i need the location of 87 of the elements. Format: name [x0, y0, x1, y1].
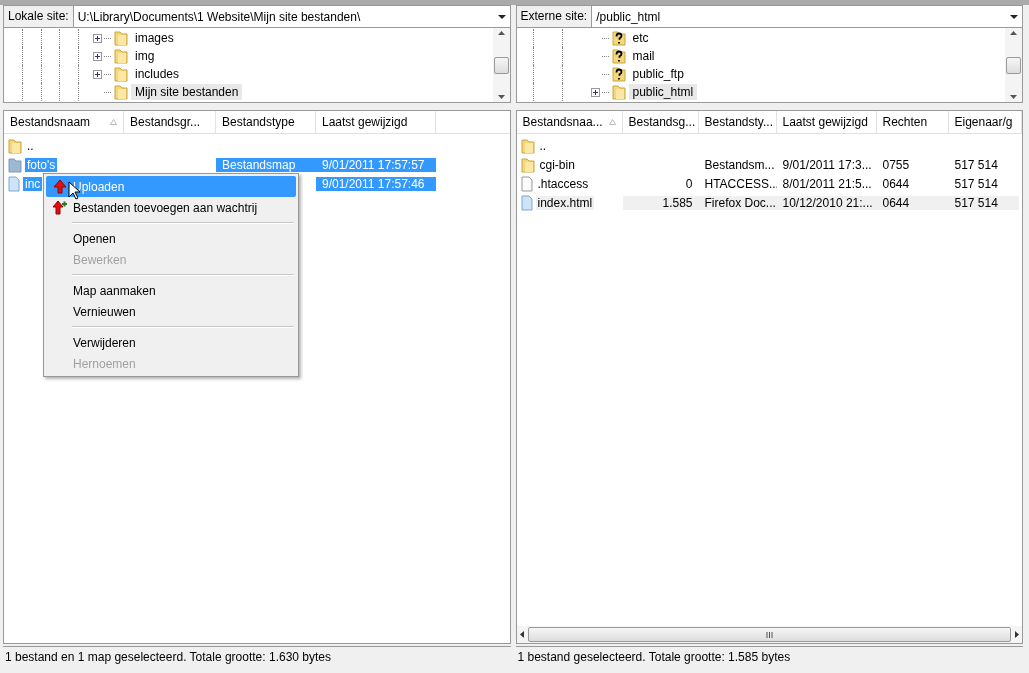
table-cell: 0644 [876, 195, 949, 210]
folder-icon [520, 156, 535, 173]
folder-icon [520, 137, 535, 154]
table-cell: Bestandsmap [216, 157, 316, 172]
table-cell-text: 0755 [881, 157, 911, 172]
menu-item[interactable]: Vernieuwen [46, 301, 296, 322]
menu-item[interactable]: Verwijderen [46, 332, 296, 353]
file-icon [8, 175, 20, 192]
sort-arrow-icon [110, 119, 117, 125]
scroll-right-icon [1015, 631, 1019, 638]
upload-arrow-icon [52, 179, 68, 194]
folder-icon [611, 84, 626, 100]
table-cell: 1.585 [622, 195, 699, 210]
scroll-thumb[interactable] [527, 627, 1011, 642]
column-header[interactable]: Bestandsty... [698, 111, 777, 133]
add-to-queue-icon [52, 200, 68, 215]
tree-item[interactable]: img [131, 48, 159, 64]
column-header[interactable]: Eigenaar/g [948, 111, 1022, 133]
table-cell-text: 0644 [881, 176, 911, 191]
site-label: Externe site: [515, 5, 593, 28]
tree-item[interactable]: etc [628, 30, 653, 46]
tree-item[interactable]: Mijn site bestanden [131, 84, 243, 100]
scroll-thumb[interactable] [1006, 56, 1021, 74]
file-name[interactable]: index.html [535, 195, 595, 210]
file-icon [520, 194, 533, 211]
column-header[interactable]: Bestandsgr... [124, 111, 216, 133]
table-cell: 9/01/2011 17:57:57 [316, 157, 436, 172]
column-header[interactable]: Bestandsg... [622, 111, 699, 133]
tree-item[interactable]: public_html [628, 84, 698, 100]
path-input[interactable]: U:\Library\Documents\1 Website\Mijn site bestanden\ [77, 9, 498, 24]
file-icon [520, 175, 533, 192]
path-input[interactable]: /public_html [596, 9, 1010, 24]
folder-icon [8, 137, 22, 154]
table-cell-text: Bestandsm... [703, 157, 776, 172]
table-cell-text: 0 [684, 176, 694, 191]
folder-icon [114, 48, 128, 64]
scroll-up-icon [497, 31, 505, 35]
column-header[interactable]: Bestandsnaa... [516, 111, 623, 133]
scroll-down-icon [497, 95, 505, 99]
dropdown-arrow-icon [1010, 13, 1018, 20]
scroll-thumb[interactable] [493, 56, 509, 74]
unknown-folder-icon [611, 30, 626, 46]
path-field[interactable]: /public_html [592, 5, 1023, 28]
column-header[interactable]: Bestandsnaam [4, 111, 124, 133]
file-name[interactable]: .. [25, 138, 36, 153]
table-cell: 9/01/2011 17:57:46 [316, 176, 436, 191]
column-header[interactable]: Laatst gewijzigd [776, 111, 877, 133]
folder-icon [114, 66, 128, 82]
status-bar: 1 bestand en 1 map geselecteerd. Totale grootte: 1.630 bytes [3, 646, 511, 668]
grip-icon [765, 631, 773, 638]
table-cell: Firefox Doc... [698, 195, 777, 210]
tree-item[interactable]: mail [628, 48, 659, 64]
unknown-folder-icon [611, 48, 626, 64]
column-header[interactable]: Rechten [876, 111, 949, 133]
sort-arrow-icon [608, 119, 616, 125]
file-name[interactable]: cgi-bin [537, 157, 577, 172]
column-header[interactable]: Bestandstype [216, 111, 316, 133]
scroll-left-icon [519, 631, 524, 638]
expand-icon[interactable] [590, 87, 600, 97]
file-name[interactable]: .htaccess [535, 176, 591, 191]
table-cell-text: 517 514 [953, 157, 999, 172]
scroll-up-icon [1010, 31, 1017, 35]
status-bar: 1 bestand geselecteerd. Totale grootte: 1.585 bytes [515, 646, 1023, 668]
table-cell: 10/12/2010 21:... [776, 195, 877, 210]
path-field[interactable]: U:\Library\Documents\1 Website\Mijn site bestanden\ [73, 5, 511, 28]
tree-item[interactable]: includes [131, 66, 184, 82]
folder-icon [114, 84, 128, 100]
unknown-folder-icon [611, 66, 626, 82]
site-label: Lokale site: [3, 5, 74, 28]
folder-icon [8, 156, 22, 173]
column-header[interactable]: Laatst gewijzigd [316, 111, 436, 133]
table-cell: 517 514 [948, 195, 1019, 210]
scrollbar[interactable] [492, 28, 510, 102]
tree-item[interactable]: images [131, 30, 178, 46]
dropdown-arrow-icon [497, 13, 506, 20]
menu-item[interactable]: Openen [46, 228, 296, 249]
table-cell-text: 9/01/2011 17:3... [781, 157, 873, 172]
menu-item[interactable]: Bestanden toevoegen aan wachtrij [46, 197, 296, 218]
scroll-down-icon [1010, 95, 1017, 99]
tree-item[interactable]: public_ftp [628, 66, 688, 82]
horizontal-scrollbar[interactable] [516, 626, 1022, 643]
scrollbar[interactable] [1005, 28, 1022, 102]
table-cell-text: 517 514 [953, 176, 999, 191]
menu-item[interactable]: Map aanmaken [46, 280, 296, 301]
file-name[interactable]: .. [537, 138, 549, 153]
table-cell-text: 8/01/2011 21:5... [781, 176, 873, 191]
folder-icon [114, 30, 128, 46]
